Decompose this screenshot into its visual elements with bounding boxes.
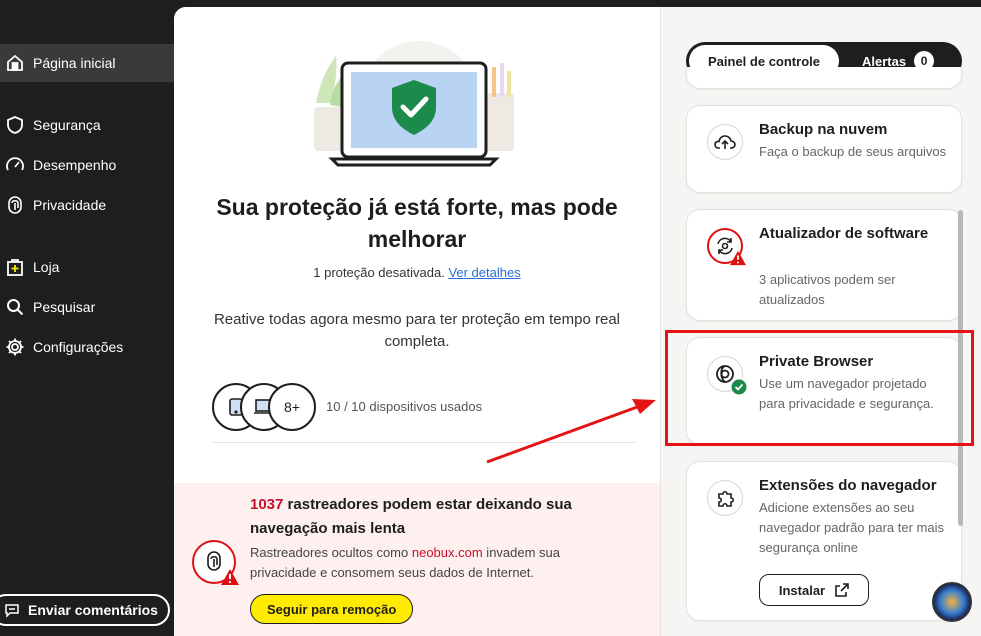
sidebar-item-label: Loja <box>33 259 60 275</box>
chat-icon <box>5 604 19 618</box>
warning-icon <box>221 569 239 585</box>
card-title: Extensões do navegador <box>759 477 937 494</box>
sidebar-item-label: Segurança <box>33 117 101 133</box>
highlight-box <box>665 330 974 446</box>
gear-icon <box>4 336 26 358</box>
card-description: Faça o backup de seus arquivos <box>759 144 947 159</box>
remove-trackers-button[interactable]: Seguir para remoção <box>250 594 414 624</box>
sidebar-item-label: Configurações <box>33 339 124 355</box>
store-icon <box>4 256 26 278</box>
home-icon <box>4 52 26 74</box>
sidebar: Página inicial Segurança Desempenho Priv… <box>0 0 174 636</box>
shield-icon <box>4 114 26 136</box>
sidebar-item-privacy[interactable]: Privacidade <box>0 186 174 224</box>
sidebar-item-label: Página inicial <box>33 55 116 71</box>
card-partial <box>686 67 962 89</box>
devices-count-text: 10 / 10 dispositivos usados <box>326 399 483 414</box>
install-button[interactable]: Instalar <box>759 574 869 606</box>
card-title: Backup na nuvem <box>759 121 888 138</box>
protection-status-panel: Sua proteção já está forte, mas pode mel… <box>174 7 660 636</box>
sidebar-item-search[interactable]: Pesquisar <box>0 288 174 326</box>
sidebar-item-label: Pesquisar <box>33 299 96 315</box>
trackers-title: 1037 rastreadores podem estar deixando s… <box>250 496 572 537</box>
refresh-icon <box>707 228 746 266</box>
reactivate-text: Reative todas agora mesmo para ter prote… <box>213 311 621 350</box>
divider <box>212 442 636 443</box>
card-browser-extensions[interactable]: Extensões do navegador Adicione extensõe… <box>686 461 962 621</box>
view-details-link[interactable]: Ver detalhes <box>448 265 520 280</box>
assistant-button[interactable] <box>932 582 972 622</box>
main-content: Sua proteção já está forte, mas pode mel… <box>174 7 981 636</box>
right-panel: Painel de controle Alertas 0 Backup na n… <box>660 7 981 636</box>
card-description: 3 aplicativos podem ser atualizados <box>759 272 896 307</box>
trackers-description: Rastreadores ocultos como neobux.com inv… <box>250 545 561 580</box>
card-software-updater[interactable]: Atualizador de software 3 aplicativos po… <box>686 209 962 321</box>
puzzle-icon <box>707 480 743 516</box>
sidebar-item-label: Privacidade <box>33 197 107 213</box>
feedback-label: Enviar comentários <box>28 602 158 618</box>
protection-status-text: 1 proteção desativada. Ver detalhes <box>313 265 521 280</box>
card-title: Atualizador de software <box>759 225 929 242</box>
trackers-alert: 1037 rastreadores podem estar deixando s… <box>174 483 660 636</box>
feedback-button[interactable]: Enviar comentários <box>0 594 170 626</box>
sidebar-item-security[interactable]: Segurança <box>0 106 174 144</box>
devices-summary[interactable]: 8+ 10 / 10 dispositivos usados <box>212 383 632 431</box>
fingerprint-icon <box>4 194 26 216</box>
page-title: Sua proteção já está forte, mas pode mel… <box>216 194 618 252</box>
sidebar-item-store[interactable]: Loja <box>0 248 174 286</box>
laptop-shield-illustration <box>314 41 514 167</box>
external-link-icon <box>835 583 849 597</box>
more-devices-badge: 8+ <box>268 383 316 431</box>
card-cloud-backup[interactable]: Backup na nuvem Faça o backup de seus ar… <box>686 105 962 193</box>
fingerprint-icon <box>192 540 239 585</box>
warning-icon <box>730 250 746 266</box>
speedometer-icon <box>4 154 26 176</box>
sidebar-item-performance[interactable]: Desempenho <box>0 146 174 184</box>
cloud-upload-icon <box>707 124 743 160</box>
sidebar-item-label: Desempenho <box>33 157 117 173</box>
search-icon <box>4 296 26 318</box>
card-description: Adicione extensões ao seu navegador padr… <box>759 500 945 555</box>
sidebar-item-settings[interactable]: Configurações <box>0 328 174 366</box>
sidebar-item-home[interactable]: Página inicial <box>0 44 174 82</box>
